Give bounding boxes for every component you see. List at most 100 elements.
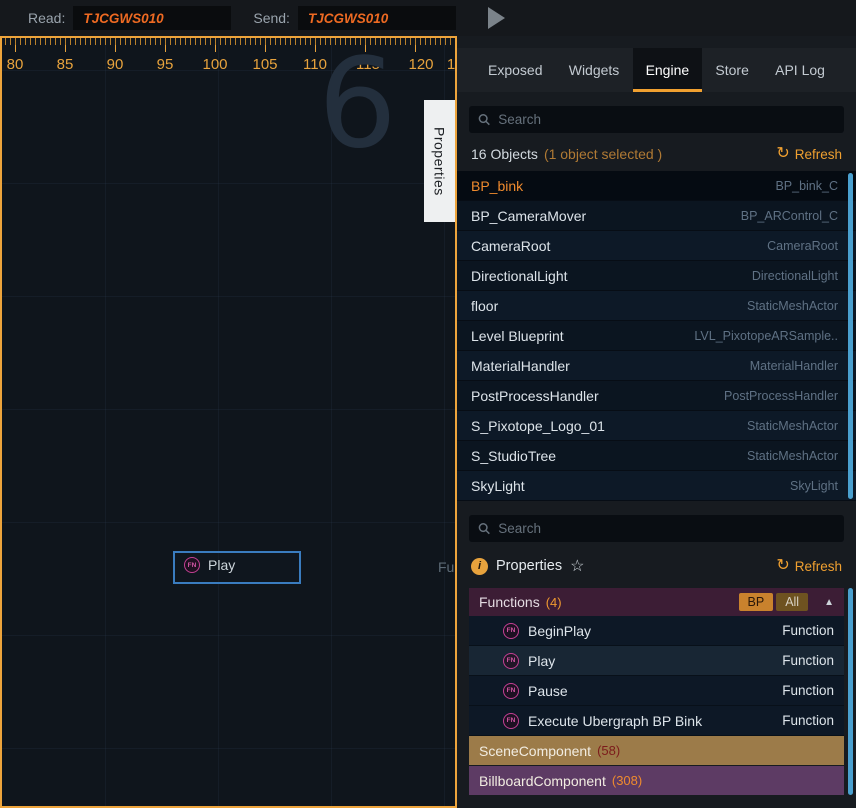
properties-refresh-button[interactable]: ↻ Refresh	[776, 558, 842, 574]
properties-side-tab-label: Properties	[432, 127, 448, 196]
properties-side-tab[interactable]: Properties	[424, 100, 455, 222]
function-row[interactable]: FN Execute Ubergraph BP Bink Function	[469, 706, 844, 736]
object-row[interactable]: floor StaticMeshActor	[457, 291, 856, 321]
function-name: BeginPlay	[528, 623, 591, 639]
filter-bp-button[interactable]: BP	[739, 593, 774, 611]
object-name: floor	[471, 298, 498, 314]
properties-scrollbar[interactable]	[848, 588, 853, 795]
ruler-number: 90	[107, 56, 124, 73]
tab-api-log[interactable]: API Log	[762, 48, 838, 92]
object-row[interactable]: PostProcessHandler PostProcessHandler	[457, 381, 856, 411]
objects-selected-note: (1 object selected )	[544, 146, 662, 162]
object-name: CameraRoot	[471, 238, 550, 254]
object-type: MaterialHandler	[750, 359, 838, 373]
object-row[interactable]: Level Blueprint LVL_PixotopeARSample..	[457, 321, 856, 351]
function-name: Play	[528, 653, 555, 669]
function-type: Function	[782, 683, 834, 698]
section-title: BillboardComponent	[479, 773, 606, 789]
object-type: LVL_PixotopeARSample..	[694, 329, 838, 343]
function-type: Function	[782, 713, 834, 728]
object-type: BP_ARControl_C	[741, 209, 838, 223]
object-row[interactable]: S_Pixotope_Logo_01 StaticMeshActor	[457, 411, 856, 441]
refresh-label: Refresh	[795, 559, 842, 574]
function-name: Execute Ubergraph BP Bink	[528, 713, 702, 729]
functions-filter-toggle: BP All	[739, 593, 809, 611]
object-row[interactable]: S_StudioTree StaticMeshActor	[457, 441, 856, 471]
graph-viewport[interactable]: 80 85 90 95 100 105 110 115 120 1 6 Prop…	[0, 36, 457, 808]
tab-widgets[interactable]: Widgets	[556, 48, 633, 92]
refresh-label: Refresh	[795, 147, 842, 162]
refresh-icon: ↻	[776, 558, 789, 574]
object-name: SkyLight	[471, 478, 525, 494]
tab-engine[interactable]: Engine	[633, 48, 703, 92]
background-node-text: Fun	[438, 559, 457, 575]
object-type: DirectionalLight	[752, 269, 838, 283]
read-label: Read:	[28, 10, 65, 26]
scene-component-section-header[interactable]: SceneComponent (58)	[469, 736, 844, 765]
billboard-component-section-header[interactable]: BillboardComponent (308)	[469, 766, 844, 795]
function-type: Function	[782, 623, 834, 638]
object-name: PostProcessHandler	[471, 388, 599, 404]
ruler-number: 95	[157, 56, 174, 73]
ruler-number: 1	[447, 56, 455, 73]
background-digit: 6	[318, 42, 397, 166]
ruler-number: 80	[7, 56, 24, 73]
object-name: Level Blueprint	[471, 328, 564, 344]
objects-list: BP_bink BP_bink_C BP_CameraMover BP_ARCo…	[457, 171, 856, 501]
object-row[interactable]: BP_CameraMover BP_ARControl_C	[457, 201, 856, 231]
object-name: DirectionalLight	[471, 268, 568, 284]
fn-icon: FN	[503, 713, 519, 729]
object-name: S_Pixotope_Logo_01	[471, 418, 605, 434]
play-function-node[interactable]: FN Play	[173, 551, 301, 584]
function-row[interactable]: FN Pause Function	[469, 676, 844, 706]
search-icon	[478, 113, 490, 126]
function-name: Pause	[528, 683, 568, 699]
functions-section: Functions (4) BP All ▲ FN BeginPlay Func…	[469, 588, 844, 736]
function-type: Function	[782, 653, 834, 668]
objects-search-input[interactable]	[498, 112, 835, 127]
object-name: S_StudioTree	[471, 448, 556, 464]
play-icon[interactable]	[488, 7, 505, 29]
objects-refresh-button[interactable]: ↻ Refresh	[776, 146, 842, 162]
fn-icon: FN	[503, 653, 519, 669]
objects-scrollbar[interactable]	[848, 173, 853, 499]
ruler-number: 105	[252, 56, 277, 73]
object-type: StaticMeshActor	[747, 299, 838, 313]
object-row[interactable]: SkyLight SkyLight	[457, 471, 856, 501]
object-type: CameraRoot	[767, 239, 838, 253]
section-title: SceneComponent	[479, 743, 591, 759]
info-icon: i	[471, 558, 488, 575]
object-name: BP_bink	[471, 178, 523, 194]
filter-all-button[interactable]: All	[776, 593, 808, 611]
properties-search[interactable]	[469, 515, 844, 542]
object-row[interactable]: CameraRoot CameraRoot	[457, 231, 856, 261]
star-icon[interactable]: ☆	[570, 556, 584, 576]
section-count: (308)	[612, 773, 642, 788]
objects-count: 16 Objects	[471, 146, 538, 162]
properties-search-input[interactable]	[498, 521, 835, 536]
send-label: Send:	[253, 10, 290, 26]
object-name: MaterialHandler	[471, 358, 570, 374]
object-row[interactable]: BP_bink BP_bink_C	[457, 171, 856, 201]
object-type: BP_bink_C	[775, 179, 838, 193]
panel-tab-bar: Exposed Widgets Engine Store API Log	[457, 48, 856, 92]
ruler-number: 100	[202, 56, 227, 73]
ruler-number: 120	[408, 56, 433, 73]
ruler-number: 85	[57, 56, 74, 73]
properties-title: Properties	[496, 558, 562, 574]
object-row[interactable]: DirectionalLight DirectionalLight	[457, 261, 856, 291]
send-input[interactable]	[298, 6, 456, 30]
read-input[interactable]	[73, 6, 231, 30]
objects-search[interactable]	[469, 106, 844, 133]
chevron-up-icon[interactable]: ▲	[824, 597, 834, 608]
functions-section-header[interactable]: Functions (4) BP All ▲	[469, 588, 844, 616]
function-row[interactable]: FN BeginPlay Function	[469, 616, 844, 646]
object-type: StaticMeshActor	[747, 419, 838, 433]
function-row[interactable]: FN Play Function	[469, 646, 844, 676]
object-row[interactable]: MaterialHandler MaterialHandler	[457, 351, 856, 381]
tab-store[interactable]: Store	[702, 48, 761, 92]
functions-title: Functions	[479, 594, 540, 610]
properties-header: i Properties ☆ ↻ Refresh	[471, 556, 842, 576]
object-type: SkyLight	[790, 479, 838, 493]
tab-exposed[interactable]: Exposed	[475, 48, 555, 92]
